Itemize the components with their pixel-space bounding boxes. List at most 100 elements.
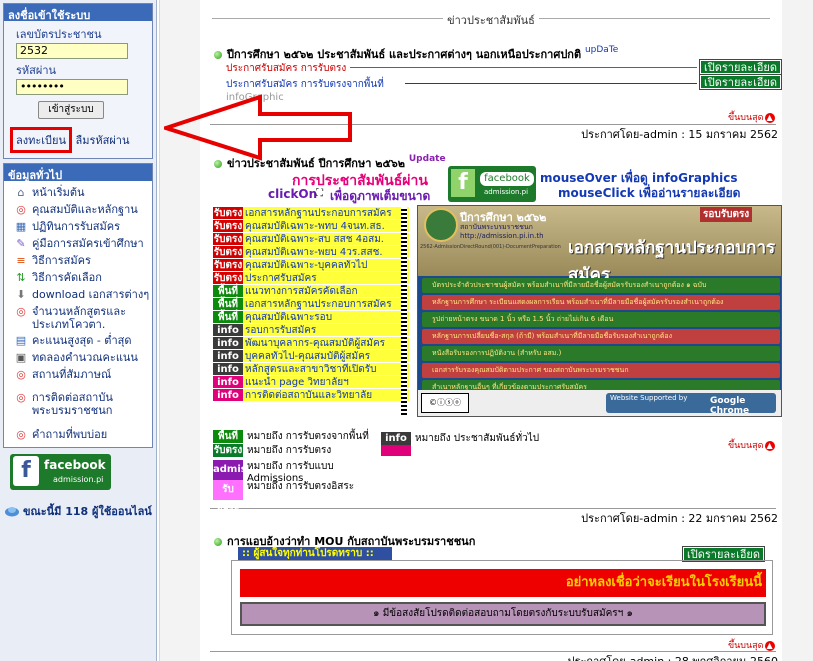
row-tag: พื้นที่ bbox=[213, 311, 243, 323]
facebook-icon: f bbox=[451, 169, 475, 197]
sidebar-item-6[interactable]: ⇅ วิธีการคัดเลือก bbox=[6, 269, 152, 286]
back-to-top-label: ขึ้นบนสุด bbox=[728, 113, 764, 123]
back-to-top-1[interactable]: ขึ้นบนสุด ▲ bbox=[728, 110, 775, 124]
table-row[interactable]: พื้นที่ เอกสารหลักฐานประกอบการสมัคร bbox=[213, 298, 409, 311]
online-counter: ขณะนี้มี 118 ผู้ใช้ออนไลน์ bbox=[0, 490, 156, 520]
open-detail-button-1[interactable]: เปิดรายละเอียด bbox=[698, 59, 783, 75]
infographic-banner[interactable]: ปีการศึกษา ๒๕๖๒ รอบรับตรง สถาบันพระบรมรา… bbox=[417, 205, 782, 417]
password-label: รหัสผ่าน bbox=[16, 64, 57, 77]
facebook-banner[interactable]: f facebook admission.pi bbox=[448, 166, 536, 202]
banner-bullet: รูปถ่ายหน้าตรง ขนาด 1 นิ้ว หรือ 1.5 นิ้ว… bbox=[422, 312, 780, 327]
sidebar-item-10[interactable]: ▣ ทดลองคำนวณคะแนน bbox=[6, 349, 152, 366]
calendar-icon: ▦ bbox=[14, 220, 28, 234]
row-link[interactable]: คุณสมบัติเฉพาะ-บุคคลทั่วไป bbox=[243, 259, 409, 271]
table-row[interactable]: info พัฒนาบุคลากร-คุณสมบัติผู้สมัคร bbox=[213, 337, 409, 350]
id-card-label: เลขบัตรประชาชน bbox=[16, 28, 102, 41]
id-card-input[interactable]: 2532 bbox=[16, 43, 128, 59]
sidebar-item-label: จำนวนหลักสูตรและประเภทโควตา. bbox=[32, 305, 126, 331]
sidebar-item-13[interactable]: ◎ คำถามที่พบบ่อย bbox=[6, 426, 152, 443]
row-link[interactable]: แนวทางการสมัครคัดเลือก bbox=[243, 285, 409, 297]
banner-bullet: หลักฐานการศึกษา ระเบียนแสดงผลการเรียน พร… bbox=[422, 295, 780, 310]
back-to-top-2[interactable]: ขึ้นบนสุด ▲ bbox=[728, 438, 775, 452]
post-1-link-2[interactable]: ประกาศรับสมัคร การรับตรงจากพื้นที่ bbox=[226, 77, 384, 92]
news-post-3: การแอบอ้างว่าทำ MOU กับสถาบันพระบรมราชชน… bbox=[200, 526, 782, 661]
update-tag: Update bbox=[408, 154, 446, 164]
banner-bullet: หนังสือรับรองการปฏิบัติงาน (สำหรับ อสม.) bbox=[422, 346, 780, 361]
section-title: ข่าวประชาสัมพันธ์ bbox=[443, 14, 539, 27]
row-link[interactable]: คุณสมบัติเฉพาะรอบ bbox=[243, 311, 409, 323]
clickon-label: clickOn bbox=[268, 187, 318, 201]
post-2-poster: ประกาศโดย-admin : 22 มกราคม 2562 bbox=[581, 512, 778, 525]
users-icon bbox=[5, 507, 19, 517]
row-link[interactable]: การติดต่อสถาบันและวิทยาลัย bbox=[243, 389, 409, 401]
table-row[interactable]: รับตรง คุณสมบัติเฉพาะ-พยบ 4วร.สสช. bbox=[213, 246, 409, 259]
table-row[interactable]: พื้นที่ คุณสมบัติเฉพาะรอบ bbox=[213, 311, 409, 324]
bullet-icon bbox=[214, 538, 222, 546]
sidebar-item-8[interactable]: ◎ จำนวนหลักสูตรและประเภทโควตา. bbox=[6, 303, 152, 332]
row-link[interactable]: บุคคลทั่วไป-คุณสมบัติผู้สมัคร bbox=[243, 350, 409, 362]
warning-banner[interactable]: อย่าหลงเชื่อว่าจะเรียนในโรงเรียนนี้ bbox=[240, 569, 766, 597]
row-link[interactable]: แนะนำ page วิทยาลัยฯ bbox=[243, 376, 409, 388]
table-row[interactable]: info บุคคลทั่วไป-คุณสมบัติผู้สมัคร bbox=[213, 350, 409, 363]
sidebar-item-label: คุณสมบัติและหลักฐาน bbox=[32, 203, 138, 216]
sidebar-item-5[interactable]: ≡ วิธีการสมัคร bbox=[6, 252, 152, 269]
back-to-top-3[interactable]: ขึ้นบนสุด ▲ bbox=[728, 638, 775, 652]
table-row[interactable]: info รอบการรับสมัคร bbox=[213, 324, 409, 337]
legend-tag: info bbox=[381, 432, 411, 445]
facebook-badge[interactable]: f facebook admission.pi bbox=[10, 454, 111, 490]
banner-bullets: บัตรประจำตัวประชาชนผู้สมัคร พร้อมสำเนาที… bbox=[422, 278, 780, 397]
sidebar-item-label: ทดลองคำนวณคะแนน bbox=[32, 351, 138, 364]
table-row[interactable]: รับตรง คุณสมบัติเฉพาะ-สบ สสช 4อสม. bbox=[213, 233, 409, 246]
sidebar-item-label: สถานที่สัมภาษณ์ bbox=[32, 368, 112, 381]
row-link[interactable]: หลักสูตรและสาขาวิชาที่เปิดรับ bbox=[243, 363, 409, 375]
table-row[interactable]: รับตรง คุณสมบัติเฉพาะ-บุคคลทั่วไป bbox=[213, 259, 409, 272]
post-3-poster: ประกาศโดย-admin : 28 พฤศจิกายน 2560 bbox=[568, 652, 778, 661]
arrow-up-icon: ▲ bbox=[764, 641, 775, 651]
table-row[interactable]: พื้นที่ แนวทางการสมัครคัดเลือก bbox=[213, 285, 409, 298]
row-link[interactable]: รอบการรับสมัคร bbox=[243, 324, 409, 336]
sidebar-item-1[interactable]: ⌂ หน้าเริ่มต้น bbox=[6, 184, 152, 201]
annotation-arrow bbox=[164, 94, 352, 161]
download-icon: ⬇ bbox=[14, 288, 28, 302]
table-row[interactable]: รับตรง ประกาศรับสมัคร bbox=[213, 272, 409, 285]
sidebar-item-12[interactable]: ◎ การติดต่อสถาบันพระบรมราชชนก bbox=[6, 389, 152, 418]
row-link[interactable]: คุณสมบัติเฉพาะ-สบ สสช 4อสม. bbox=[243, 233, 409, 245]
table-row[interactable]: รับตรง คุณสมบัติเฉพาะ-พทบ 4จนท.สธ. bbox=[213, 220, 409, 233]
password-input[interactable]: •••••••• bbox=[16, 79, 128, 95]
banner-bullet: เอกสารรับรองคุณสมบัติตามประกาศ ของสถาบัน… bbox=[422, 363, 780, 378]
sidebar-item-label: download เอกสารต่างๆ bbox=[32, 288, 150, 301]
sidebar-item-9[interactable]: ▤ คะแนนสูงสุด - ต่ำสุด bbox=[6, 332, 152, 349]
forgot-password-link[interactable]: ลืมรหัสผ่าน bbox=[75, 134, 129, 147]
table-row[interactable]: รับตรง เอกสารหลักฐานประกอบการสมัคร bbox=[213, 207, 409, 220]
open-detail-button-3[interactable]: เปิดรายละเอียด bbox=[681, 546, 766, 562]
legend-tag: รับอิสระ bbox=[213, 480, 243, 515]
sidebar-item-7[interactable]: ⬇ download เอกสารต่างๆ bbox=[6, 286, 152, 303]
sidebar-item-4[interactable]: ✎ คู่มือการสมัครเข้าศึกษา bbox=[6, 235, 152, 252]
table-row[interactable]: info หลักสูตรและสาขาวิชาที่เปิดรับ bbox=[213, 363, 409, 376]
general-info-title: ข้อมูลทั่วไป bbox=[4, 164, 152, 182]
table-row[interactable]: info แนะนำ page วิทยาลัยฯ bbox=[213, 376, 409, 389]
row-link[interactable]: คุณสมบัติเฉพาะ-พทบ 4จนท.สธ. bbox=[243, 220, 409, 232]
sidebar-item-2[interactable]: ◎ คุณสมบัติและหลักฐาน bbox=[6, 201, 152, 218]
row-tag: info bbox=[213, 376, 243, 388]
row-link[interactable]: เอกสารหลักฐานประกอบการสมัคร bbox=[243, 298, 409, 310]
post-1-link-1[interactable]: ประกาศรับสมัคร การรับตรง bbox=[226, 61, 346, 76]
banner-bullet: หลักฐานการเปลี่ยนชื่อ-สกุล (ถ้ามี) พร้อม… bbox=[422, 329, 780, 344]
left-sidebar: ลงชื่อเข้าใช้ระบบ เลขบัตรประชาชน 2532 รห… bbox=[0, 0, 157, 661]
row-tag: รับตรง bbox=[213, 220, 243, 232]
sidebar-item-11[interactable]: ◎ สถานที่สัมภาษณ์ bbox=[6, 366, 152, 383]
register-link[interactable]: ลงทะเบียน bbox=[10, 127, 72, 153]
table-divider bbox=[401, 207, 407, 415]
legend-tag: รับตรง bbox=[213, 444, 243, 457]
manual-icon: ✎ bbox=[14, 237, 28, 251]
row-link[interactable]: ประกาศรับสมัคร bbox=[243, 272, 409, 284]
sidebar-item-label: คำถามที่พบบ่อย bbox=[32, 428, 108, 441]
row-link[interactable]: พัฒนาบุคลากร-คุณสมบัติผู้สมัคร bbox=[243, 337, 409, 349]
row-link[interactable]: เอกสารหลักฐานประกอบการสมัคร bbox=[243, 207, 409, 219]
row-link[interactable]: คุณสมบัติเฉพาะ-พยบ 4วร.สสช. bbox=[243, 246, 409, 258]
sidebar-item-3[interactable]: ▦ ปฏิทินการรับสมัคร bbox=[6, 218, 152, 235]
table-row[interactable]: info การติดต่อสถาบันและวิทยาลัย bbox=[213, 389, 409, 402]
login-button[interactable]: เข้าสู่ระบบ bbox=[38, 101, 104, 119]
row-tag: info bbox=[213, 324, 243, 336]
open-detail-button-2[interactable]: เปิดรายละเอียด bbox=[698, 74, 783, 90]
